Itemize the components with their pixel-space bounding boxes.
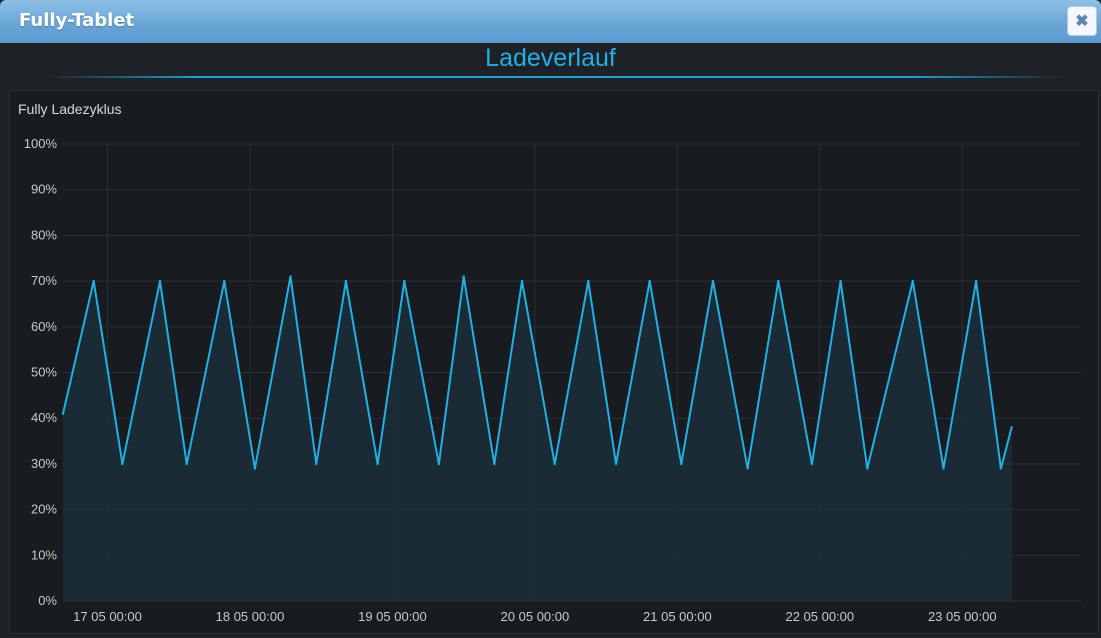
y-tick-label: 60% xyxy=(31,319,57,334)
y-tick-label: 80% xyxy=(31,227,57,242)
window-title: Fully-Tablet xyxy=(19,10,135,31)
data-point xyxy=(999,467,1003,470)
window-titlebar: Fully-Tablet ✖ xyxy=(0,0,1101,43)
close-icon: ✖ xyxy=(1075,13,1089,30)
data-point xyxy=(587,279,590,283)
data-point xyxy=(648,279,651,283)
chart-panel: Fully Ladezyklus 0% 10% 20% 30% 40% 50% 60% 70%… xyxy=(9,90,1099,634)
x-tick-label: 17 05 00:00 xyxy=(73,609,142,624)
data-point xyxy=(614,462,618,466)
y-tick-label: 20% xyxy=(31,502,57,517)
data-point xyxy=(553,462,556,466)
data-point xyxy=(185,462,188,466)
y-tick-label: 50% xyxy=(31,365,57,380)
section-heading: Ladeverlauf xyxy=(485,44,616,72)
dialog-content: Ladeverlauf Fully Ladezyklus 0% 10% 20% 30%… xyxy=(0,43,1101,638)
x-tick-label: 23 05 00:00 xyxy=(928,609,997,624)
data-point xyxy=(121,462,124,466)
data-point xyxy=(344,279,348,283)
heading-divider xyxy=(45,76,1065,78)
data-point xyxy=(376,462,379,466)
battery-chart: 0% 10% 20% 30% 40% 50% 60% 70% 80% 90% 100% 17 05 0… xyxy=(24,136,1081,624)
data-point xyxy=(680,462,683,466)
data-point xyxy=(315,462,318,466)
data-point xyxy=(911,279,915,283)
x-tick-label: 21 05 00:00 xyxy=(643,609,712,624)
data-point xyxy=(92,279,95,283)
data-point xyxy=(493,462,496,466)
y-tick-label: 90% xyxy=(31,182,57,197)
data-point xyxy=(1010,426,1013,429)
data-point xyxy=(223,279,226,283)
x-tick-label: 19 05 00:00 xyxy=(358,609,427,624)
data-point xyxy=(520,279,524,283)
x-tick-label: 22 05 00:00 xyxy=(785,609,854,624)
data-point xyxy=(437,462,441,466)
data-point xyxy=(839,279,842,283)
y-tick-label: 30% xyxy=(31,456,57,471)
y-tick-label: 70% xyxy=(31,273,57,288)
data-point xyxy=(61,412,65,415)
data-point xyxy=(403,279,406,283)
x-tick-label: 18 05 00:00 xyxy=(216,609,285,624)
close-button[interactable]: ✖ xyxy=(1067,6,1097,36)
data-point xyxy=(974,279,978,283)
data-point xyxy=(253,467,257,470)
y-tick-label: 10% xyxy=(31,547,57,562)
data-point xyxy=(462,275,465,278)
x-tick-label: 20 05 00:00 xyxy=(501,609,570,624)
data-point xyxy=(158,279,162,283)
data-point xyxy=(942,467,945,470)
data-point xyxy=(711,279,715,283)
y-tick-label: 0% xyxy=(38,593,57,608)
y-tick-label: 100% xyxy=(24,136,58,151)
data-point xyxy=(777,279,780,283)
y-tick-label: 40% xyxy=(31,410,57,425)
data-point xyxy=(810,462,814,466)
data-point xyxy=(289,275,292,278)
data-point xyxy=(866,467,869,470)
series-area xyxy=(63,276,1012,601)
data-point xyxy=(746,467,749,470)
